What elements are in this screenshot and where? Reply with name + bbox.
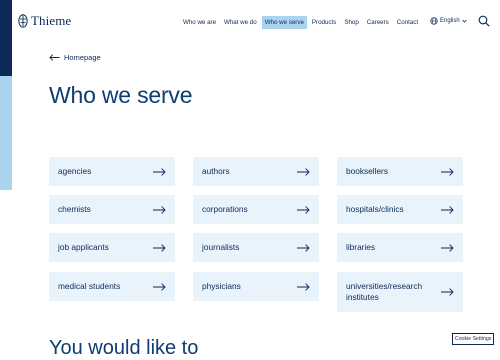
arrow-right-icon <box>153 205 166 214</box>
chevron-down-icon <box>461 19 467 23</box>
back-link[interactable]: Homepage <box>49 53 101 62</box>
thieme-emblem-icon <box>18 14 28 28</box>
audience-card-booksellers[interactable]: booksellers <box>337 157 463 186</box>
arrow-right-icon <box>441 205 454 214</box>
card-label: corporations <box>202 204 248 214</box>
card-label: chemists <box>58 204 91 214</box>
search-icon[interactable] <box>478 15 490 27</box>
audience-card-chemists[interactable]: chemists <box>49 195 175 224</box>
back-link-label: Homepage <box>64 53 101 62</box>
card-label: physicians <box>202 281 241 291</box>
card-label: universities/research institutes <box>346 281 423 302</box>
card-label: agencies <box>58 166 92 176</box>
card-label: medical students <box>58 281 121 291</box>
section-heading-next: You would like to <box>49 337 199 359</box>
nav-item-who-we-serve[interactable]: Who we serve <box>261 16 307 29</box>
card-label: job applicants <box>58 242 109 252</box>
arrow-right-icon <box>441 167 454 176</box>
card-label: booksellers <box>346 166 388 176</box>
arrow-right-icon <box>153 243 166 252</box>
arrow-right-icon <box>297 205 310 214</box>
arrow-right-icon <box>441 288 454 296</box>
cookie-settings-button[interactable]: Cookie Settings <box>452 333 495 345</box>
audience-card-universities-research-institutes[interactable]: universities/research institutes <box>337 272 463 312</box>
side-accent-light <box>0 76 12 190</box>
audience-card-job-applicants[interactable]: job applicants <box>49 233 175 262</box>
card-label: hospitals/clinics <box>346 204 404 214</box>
globe-icon <box>430 17 438 25</box>
card-label: authors <box>202 166 230 176</box>
arrow-right-icon <box>153 167 166 176</box>
audience-card-agencies[interactable]: agencies <box>49 157 175 186</box>
nav-item-what-we-do[interactable]: What we do <box>221 16 260 29</box>
site-header: Thieme Who we are What we do Who we serv… <box>0 0 500 44</box>
nav-item-products[interactable]: Products <box>309 16 339 29</box>
nav-item-shop[interactable]: Shop <box>341 16 361 29</box>
audience-card-physicians[interactable]: physicians <box>193 272 319 301</box>
audience-card-medical-students[interactable]: medical students <box>49 272 175 301</box>
arrow-right-icon <box>153 282 166 291</box>
nav-item-who-we-are[interactable]: Who we are <box>180 16 219 29</box>
nav-item-careers[interactable]: Careers <box>364 16 392 29</box>
arrow-right-icon <box>441 243 454 252</box>
card-label: journalists <box>202 242 240 252</box>
audience-card-journalists[interactable]: journalists <box>193 233 319 262</box>
arrow-right-icon <box>297 282 310 291</box>
logo-text: Thieme <box>31 13 72 28</box>
audience-card-hospitals-clinics[interactable]: hospitals/clinics <box>337 195 463 224</box>
page-title: Who we serve <box>49 82 193 108</box>
language-label: English <box>440 18 460 24</box>
thieme-logo[interactable]: Thieme <box>18 13 71 29</box>
nav-item-contact[interactable]: Contact <box>394 16 421 29</box>
arrow-left-icon <box>49 54 60 61</box>
audience-card-libraries[interactable]: libraries <box>337 233 463 262</box>
audience-card-corporations[interactable]: corporations <box>193 195 319 224</box>
audience-card-authors[interactable]: authors <box>193 157 319 186</box>
arrow-right-icon <box>297 167 310 176</box>
arrow-right-icon <box>297 243 310 252</box>
language-selector[interactable]: English <box>430 17 467 25</box>
main-nav: Who we are What we do Who we serve Produ… <box>180 16 423 29</box>
card-label: libraries <box>346 242 376 252</box>
